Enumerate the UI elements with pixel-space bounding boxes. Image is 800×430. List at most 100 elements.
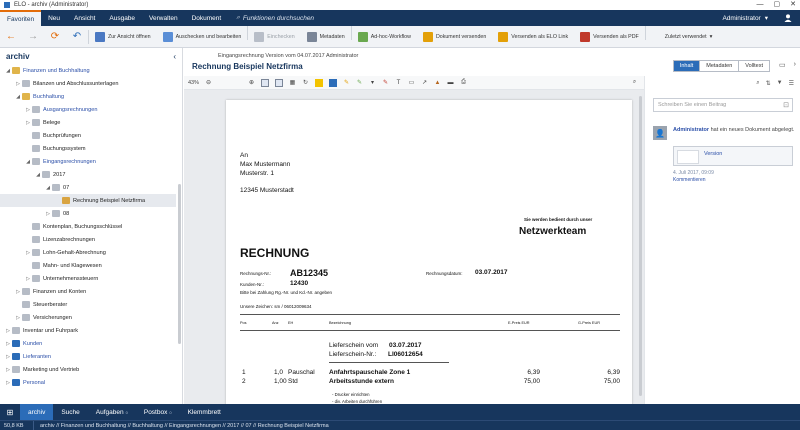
expander-icon[interactable]: ▷ [4, 367, 12, 373]
rotate-icon[interactable]: ↻ [302, 78, 309, 87]
expander-icon[interactable]: ▷ [4, 354, 12, 360]
tree-item[interactable]: ▷ Unternehmenssteuern [0, 272, 176, 285]
feed-search-icon[interactable]: ⌕ [756, 80, 759, 87]
tree-item[interactable]: ◢ Eingangsrechnungen [0, 155, 176, 168]
document-viewer[interactable]: An Max Mustermann Musterstr. 1 12345 Mus… [184, 90, 644, 404]
tree-item[interactable]: ▷ Kunden [0, 337, 176, 350]
tree-item[interactable]: ▷ Personal [0, 376, 176, 389]
tab-inhalt[interactable]: Inhalt [673, 61, 700, 71]
close-button[interactable]: ✕ [790, 0, 796, 10]
comment-input[interactable]: Schreiben Sie einen Beitrag ⊡ [653, 98, 793, 112]
feed-sort-icon[interactable]: ⇅ [766, 80, 771, 87]
expander-icon[interactable]: ▷ [14, 315, 22, 321]
zoom-in-icon[interactable]: ⊕ [248, 78, 255, 87]
expander-icon[interactable]: ◢ [24, 159, 32, 165]
tree-item[interactable]: ▷ Belege [0, 116, 176, 129]
tree-item[interactable]: ▷ Bilanzen und Abschlussunterlagen [0, 77, 176, 90]
expander-icon[interactable]: ▷ [4, 328, 12, 334]
tree-item[interactable]: Lizenzabrechnungen [0, 233, 176, 246]
ribbon-button[interactable]: Auschecken und bearbeiten [157, 26, 248, 47]
ribbon-button[interactable]: Zuletzt verwendet ▾ [646, 26, 718, 47]
tab-dokument[interactable]: Dokument [185, 10, 229, 26]
expander-icon[interactable]: ▷ [4, 341, 12, 347]
marker-icon[interactable]: ✎ [382, 78, 389, 87]
tab-favoriten[interactable]: Favoriten [0, 10, 42, 26]
bottom-tab[interactable]: Postbox 0 [136, 404, 180, 420]
tree-item[interactable]: ◢ 07 [0, 181, 176, 194]
tree-item[interactable]: Steuerberater [0, 298, 176, 311]
bottom-tab[interactable]: archiv [20, 404, 54, 420]
zoom-out-icon[interactable]: ⊖ [205, 78, 212, 87]
note-icon[interactable] [315, 78, 324, 87]
expander-icon[interactable]: ▷ [4, 380, 12, 386]
viewer-search-icon[interactable]: ⌕ [631, 78, 638, 87]
tree-item[interactable]: ◢ Finanzen und Buchhaltung [0, 64, 176, 77]
function-search[interactable]: ⌕ Funktionen durchsuchen [228, 10, 322, 26]
expander-icon[interactable]: ▷ [44, 211, 52, 217]
tab-volltext[interactable]: Volltext [738, 61, 769, 71]
redact-icon[interactable]: ▬ [447, 78, 454, 87]
expander-icon[interactable]: ▷ [14, 81, 22, 87]
tab-ausgabe[interactable]: Ausgabe [102, 10, 142, 26]
comment-link[interactable]: Kommentieren [673, 177, 706, 183]
stamp-icon[interactable]: ▲ [434, 78, 441, 87]
comment-icon[interactable]: ▭ [779, 61, 786, 69]
tree-item[interactable]: Buchprüfungen [0, 129, 176, 142]
expander-icon[interactable]: ◢ [14, 94, 22, 100]
undo-icon[interactable]: ↶ [66, 26, 88, 47]
refresh-icon[interactable]: ⟳ [44, 26, 66, 47]
tree-item[interactable]: ▷ Lohn-Gehalt-Abrechnung [0, 246, 176, 259]
version-card[interactable]: Version [673, 146, 793, 166]
tree-scrollbar[interactable] [177, 64, 182, 404]
arrow-icon[interactable]: ↗ [421, 78, 428, 87]
bottom-tab[interactable]: Suche [53, 404, 87, 420]
text-icon[interactable]: T [395, 78, 402, 87]
ribbon-button[interactable]: Versenden als ELO Link [492, 26, 574, 47]
tree-item[interactable]: ◢ 2017 [0, 168, 176, 181]
apps-grid-icon[interactable]: ⊞ [0, 404, 20, 420]
scroll-thumb[interactable] [178, 184, 181, 344]
tree-item[interactable]: ▷ 08 [0, 207, 176, 220]
ribbon-button[interactable]: Dokument versenden [417, 26, 492, 47]
send-icon[interactable]: ⊡ [783, 101, 789, 109]
ribbon-button[interactable]: Ad-hoc-Workflow [352, 26, 417, 47]
expander-icon[interactable]: ◢ [44, 185, 52, 191]
minimize-button[interactable]: — [757, 0, 764, 10]
tree-item[interactable]: Kontenplan, Buchungsschlüssel [0, 220, 176, 233]
tree-item[interactable]: ▷ Ausgangsrechnungen [0, 103, 176, 116]
fit-width-icon[interactable] [275, 78, 284, 87]
ribbon-button[interactable]: Versenden als PDF [574, 26, 645, 47]
feed-user[interactable]: Administrator [673, 127, 709, 133]
tree-item[interactable]: ▷ Versicherungen [0, 311, 176, 324]
tree-item[interactable]: ▷ Marketing und Vertrieb [0, 363, 176, 376]
tree-item[interactable]: Rechnung Beispiel Netzfirma [0, 194, 176, 207]
chevron-down-icon[interactable]: ▾ [369, 78, 376, 87]
page-layout-icon[interactable]: ▦ [289, 78, 296, 87]
tab-neu[interactable]: Neu [41, 10, 67, 26]
expander-icon[interactable]: ▷ [14, 289, 22, 295]
tab-verwalten[interactable]: Verwalten [142, 10, 185, 26]
expander-icon[interactable]: ▷ [24, 107, 32, 113]
feed-menu-icon[interactable]: ☰ [789, 80, 794, 87]
user-icon[interactable] [776, 10, 800, 26]
collapse-right-icon[interactable]: › [794, 61, 796, 69]
expander-icon[interactable]: ▷ [24, 276, 32, 282]
collapse-icon[interactable]: ‹ [173, 52, 176, 61]
pen-icon[interactable]: ✎ [356, 78, 363, 87]
maximize-button[interactable]: ▢ [774, 0, 781, 10]
cursor-icon[interactable] [329, 78, 338, 87]
rectangle-icon[interactable]: ▭ [408, 78, 415, 87]
tree-item[interactable]: ▷ Inventar und Fuhrpark [0, 324, 176, 337]
ribbon-button[interactable]: Metadaten [301, 26, 351, 47]
feed-filter-icon[interactable]: ▼ [777, 80, 783, 86]
tree-item[interactable]: Buchungssystem [0, 142, 176, 155]
expander-icon[interactable]: ▷ [24, 250, 32, 256]
highlight-icon[interactable]: ✎ [343, 78, 350, 87]
fit-page-icon[interactable] [261, 78, 270, 87]
tab-metadaten[interactable]: Metadaten [699, 61, 739, 71]
tree-item[interactable]: ▷ Lieferanten [0, 350, 176, 363]
tree-item[interactable]: ◢ Buchhaltung [0, 90, 176, 103]
tab-ansicht[interactable]: Ansicht [67, 10, 102, 26]
bottom-tab[interactable]: Klemmbrett [180, 404, 229, 420]
forward-icon[interactable]: → [22, 26, 44, 47]
